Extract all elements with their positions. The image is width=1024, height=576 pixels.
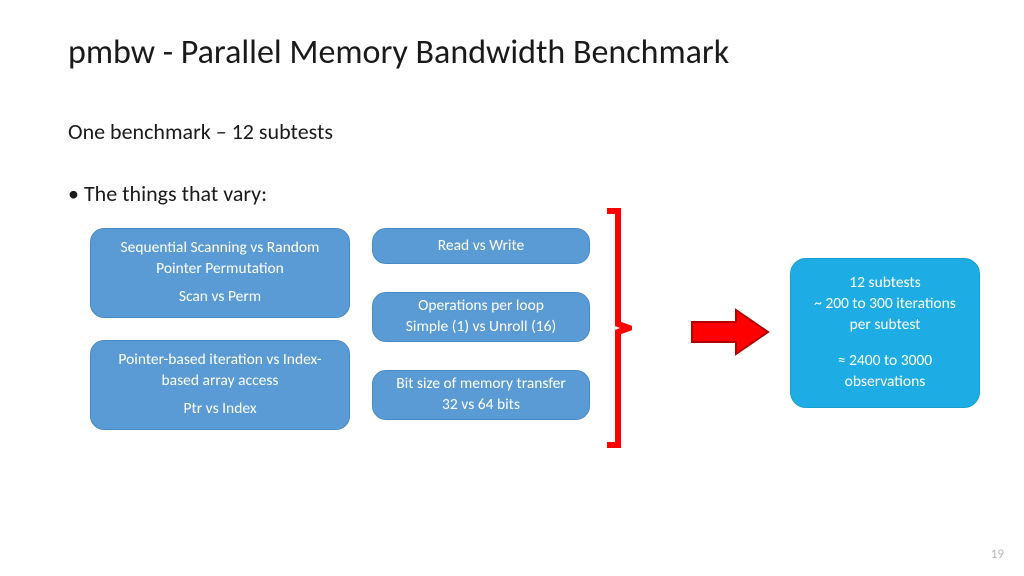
summary-text: ~ 200 to 300 iterations bbox=[814, 294, 956, 315]
slide-subtitle: One benchmark – 12 subtests bbox=[68, 118, 333, 145]
page-number: 19 bbox=[991, 547, 1004, 562]
box-text: Simple (1) vs Unroll (16) bbox=[406, 317, 556, 338]
summary-text: ≈ 2400 to 3000 bbox=[838, 351, 932, 372]
box-observations-summary: 12 subtests ~ 200 to 300 iterations per … bbox=[790, 258, 980, 408]
box-read-vs-write: Read vs Write bbox=[372, 228, 590, 264]
box-text: Bit size of memory transfer bbox=[396, 374, 566, 395]
summary-text: observations bbox=[845, 372, 926, 393]
box-text: Pointer Permutation bbox=[156, 259, 284, 280]
bracket-icon bbox=[604, 208, 632, 448]
box-scan-vs-perm: Sequential Scanning vs Random Pointer Pe… bbox=[90, 228, 350, 318]
box-bit-size: Bit size of memory transfer 32 vs 64 bit… bbox=[372, 370, 590, 420]
arrow-right-icon bbox=[690, 308, 770, 356]
summary-text: per subtest bbox=[850, 315, 921, 336]
box-ops-per-loop: Operations per loop Simple (1) vs Unroll… bbox=[372, 292, 590, 342]
box-text: Read vs Write bbox=[438, 236, 524, 257]
box-text: 32 vs 64 bits bbox=[442, 395, 520, 416]
summary-text: 12 subtests bbox=[849, 273, 920, 294]
box-subtext: Scan vs Perm bbox=[179, 287, 261, 308]
slide-title: pmbw - Parallel Memory Bandwidth Benchma… bbox=[68, 32, 729, 73]
box-text: Operations per loop bbox=[418, 296, 544, 317]
box-ptr-vs-index: Pointer-based iteration vs Index- based … bbox=[90, 340, 350, 430]
box-text: Sequential Scanning vs Random bbox=[121, 238, 320, 259]
box-text: based array access bbox=[162, 371, 279, 392]
box-subtext: Ptr vs Index bbox=[183, 399, 256, 420]
box-text: Pointer-based iteration vs Index- bbox=[118, 350, 321, 371]
bullet-things-vary: The things that vary: bbox=[68, 180, 267, 207]
